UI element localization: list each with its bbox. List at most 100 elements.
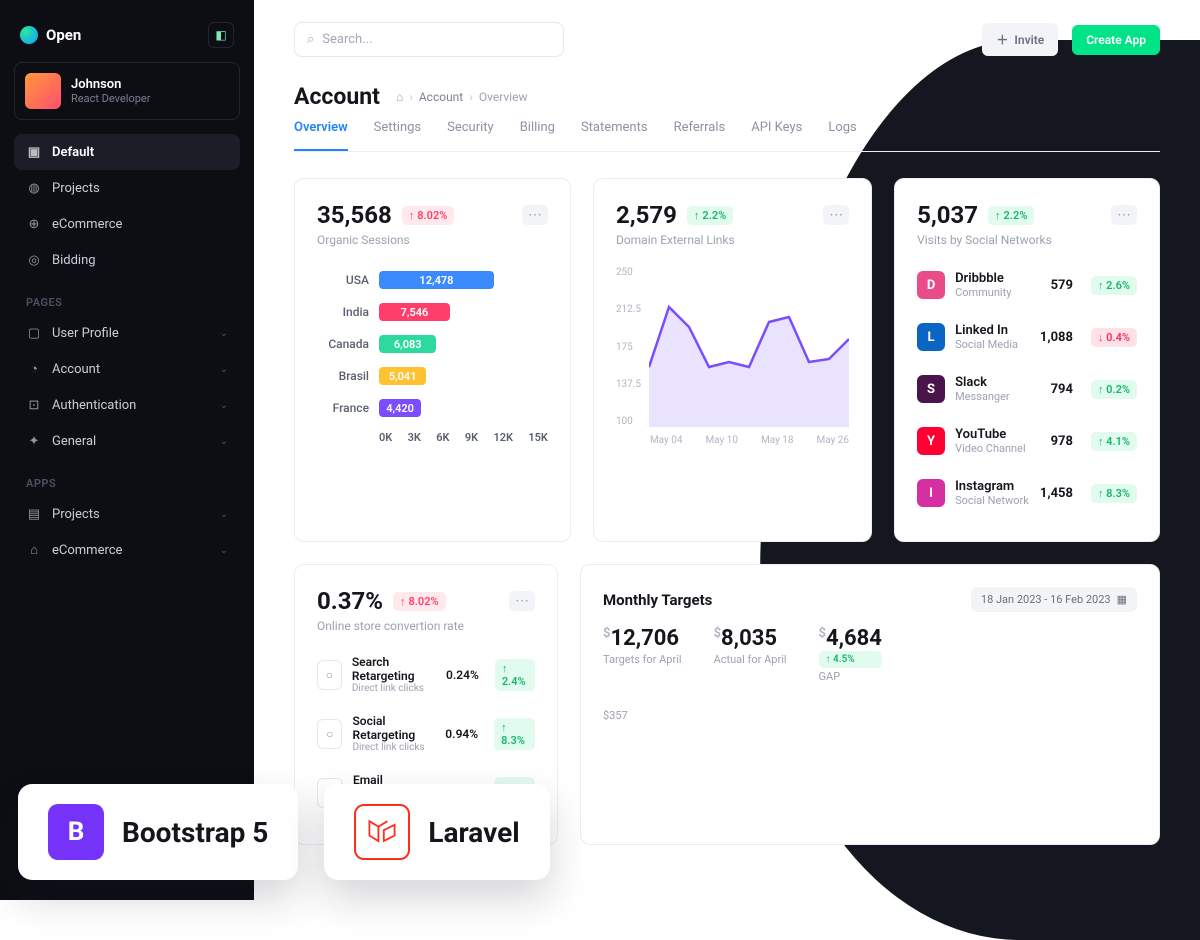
nav-item-apps-ecommerce[interactable]: ⌂ eCommerce ⌄ bbox=[14, 532, 240, 568]
nav-item-apps-projects[interactable]: ▤ Projects ⌄ bbox=[14, 496, 240, 532]
basket-icon: ⌂ bbox=[26, 542, 42, 558]
stat-value: 2,579 bbox=[616, 201, 677, 229]
delta-badge: ↑8.02% bbox=[402, 206, 455, 225]
nav-label: Default bbox=[52, 145, 94, 160]
social-sub: Video Channel bbox=[955, 442, 1026, 455]
section-apps-label: APPS bbox=[14, 459, 240, 496]
card-menu-button[interactable]: ⋯ bbox=[823, 205, 849, 225]
social-value: 978 bbox=[1051, 434, 1073, 449]
social-row: I InstagramSocial Network 1,458 ↑ 8.3% bbox=[917, 467, 1137, 519]
tab-billing[interactable]: Billing bbox=[520, 120, 555, 151]
brand: Open ◧ bbox=[14, 18, 240, 62]
tab-security[interactable]: Security bbox=[447, 120, 494, 151]
search-placeholder: Search... bbox=[322, 32, 372, 47]
nav-item-ecommerce[interactable]: ⊕ eCommerce bbox=[14, 206, 240, 242]
dashboard-icon: ▣ bbox=[26, 144, 42, 160]
stat-value: 5,037 bbox=[917, 201, 978, 229]
main: ⌕ Search... ＋ Invite Create App Account … bbox=[254, 0, 1200, 900]
delta-badge: ↓ 0.4% bbox=[1091, 328, 1137, 347]
social-row: Y YouTubeVideo Channel 978 ↑ 4.1% bbox=[917, 415, 1137, 467]
nav-item-account[interactable]: ◔ Account ⌄ bbox=[14, 351, 240, 387]
conv-sub: Direct link clicks bbox=[352, 742, 435, 753]
tab-api-keys[interactable]: API Keys bbox=[751, 120, 802, 151]
nav-item-general[interactable]: ✦ General ⌄ bbox=[14, 423, 240, 459]
tabs: Overview Settings Security Billing State… bbox=[294, 120, 1160, 152]
social-name: Linked In bbox=[955, 323, 1018, 338]
card-menu-button[interactable]: ⋯ bbox=[522, 205, 548, 225]
floater-bootstrap: B Bootstrap 5 bbox=[18, 784, 298, 880]
rocket-icon: ✦ bbox=[26, 433, 42, 449]
nav-item-bidding[interactable]: ◎ Bidding bbox=[14, 242, 240, 278]
tab-logs[interactable]: Logs bbox=[828, 120, 856, 151]
bootstrap-icon: B bbox=[48, 804, 104, 860]
tab-statements[interactable]: Statements bbox=[581, 120, 648, 151]
social-icon: L bbox=[917, 323, 945, 351]
conv-row: ○ Social RetargetingDirect link clicks 0… bbox=[317, 704, 535, 763]
user-name: Johnson bbox=[71, 77, 150, 92]
search-icon: ⌕ bbox=[307, 32, 314, 47]
social-value: 794 bbox=[1051, 382, 1073, 397]
cart-icon: ⊕ bbox=[26, 216, 42, 232]
side-tab-buy[interactable]: Buy now bbox=[1168, 255, 1200, 313]
stat-sub: Online store convertion rate bbox=[317, 619, 535, 633]
bar-row: USA 12,478 bbox=[317, 271, 548, 289]
delta-badge: ↑ 8.3% bbox=[494, 718, 535, 750]
social-value: 1,088 bbox=[1040, 330, 1073, 345]
nav-item-default[interactable]: ▣ Default bbox=[14, 134, 240, 170]
floater-laravel: Laravel bbox=[324, 784, 549, 880]
tab-referrals[interactable]: Referrals bbox=[674, 120, 726, 151]
side-tabs: Explore Help Buy now bbox=[1168, 150, 1200, 313]
breadcrumb-account[interactable]: Account bbox=[419, 90, 463, 104]
bar-fill: 4,420 bbox=[379, 399, 421, 417]
date-range-picker[interactable]: 18 Jan 2023 - 16 Feb 2023▦ bbox=[971, 587, 1137, 612]
floater-label: Bootstrap 5 bbox=[122, 816, 268, 849]
nav-item-projects[interactable]: ◍ Projects bbox=[14, 170, 240, 206]
nav-label: Authentication bbox=[52, 398, 136, 413]
target-value: $12,706 bbox=[603, 626, 682, 651]
social-row: L Linked InSocial Media 1,088 ↓ 0.4% bbox=[917, 311, 1137, 363]
nav-item-user-profile[interactable]: ▢ User Profile ⌄ bbox=[14, 315, 240, 351]
invite-button[interactable]: ＋ Invite bbox=[982, 23, 1058, 56]
target-value: $8,035 bbox=[714, 626, 787, 651]
side-tab-help[interactable]: Help bbox=[1168, 209, 1200, 249]
bar-row: France 4,420 bbox=[317, 399, 548, 417]
create-app-button[interactable]: Create App bbox=[1072, 25, 1160, 55]
user-card[interactable]: Johnson React Developer bbox=[14, 62, 240, 120]
stat-value: 0.37% bbox=[317, 587, 383, 615]
laravel-icon bbox=[354, 804, 410, 860]
side-tab-explore[interactable]: Explore bbox=[1168, 150, 1200, 203]
plus-icon: ＋ bbox=[996, 31, 1008, 48]
bar-row: Canada 6,083 bbox=[317, 335, 548, 353]
nav-label: Bidding bbox=[52, 253, 96, 268]
target-sub: GAP bbox=[819, 670, 882, 683]
conv-icon: ○ bbox=[317, 719, 342, 749]
social-icon: Y bbox=[917, 427, 945, 455]
tab-settings[interactable]: Settings bbox=[374, 120, 421, 151]
sidebar-collapse-button[interactable]: ◧ bbox=[208, 22, 234, 48]
nav-label: Projects bbox=[52, 507, 100, 522]
chevron-down-icon: ⌄ bbox=[220, 328, 228, 339]
social-value: 1,458 bbox=[1040, 486, 1073, 501]
target-sub: Actual for April bbox=[714, 653, 787, 666]
bar-fill: 6,083 bbox=[379, 335, 436, 353]
social-row: S SlackMessanger 794 ↑ 0.2% bbox=[917, 363, 1137, 415]
user-role: React Developer bbox=[71, 92, 150, 105]
delta-badge: ↑2.2% bbox=[988, 206, 1034, 225]
conv-icon: ○ bbox=[317, 660, 342, 690]
stat-sub: Domain External Links bbox=[616, 233, 849, 247]
search-input[interactable]: ⌕ Search... bbox=[294, 22, 564, 57]
home-icon[interactable]: ⌂ bbox=[396, 90, 403, 104]
card-menu-button[interactable]: ⋯ bbox=[1111, 205, 1137, 225]
social-name: Instagram bbox=[955, 479, 1029, 494]
card-menu-button[interactable]: ⋯ bbox=[509, 591, 535, 611]
tech-floaters: B Bootstrap 5 Laravel bbox=[18, 784, 550, 880]
bar-label: Canada bbox=[317, 337, 369, 351]
bar-label: USA bbox=[317, 273, 369, 287]
breadcrumb-current: Overview bbox=[479, 90, 528, 104]
social-icon: I bbox=[917, 479, 945, 507]
card-social: 5,037 ↑2.2% ⋯ Visits by Social Networks … bbox=[894, 178, 1160, 542]
nav-item-authentication[interactable]: ⊡ Authentication ⌄ bbox=[14, 387, 240, 423]
tab-overview[interactable]: Overview bbox=[294, 120, 348, 151]
bar-row: Brasil 5,041 bbox=[317, 367, 548, 385]
bars-chart: USA 12,478 India 7,546 Canada 6,083 Bras… bbox=[317, 271, 548, 417]
